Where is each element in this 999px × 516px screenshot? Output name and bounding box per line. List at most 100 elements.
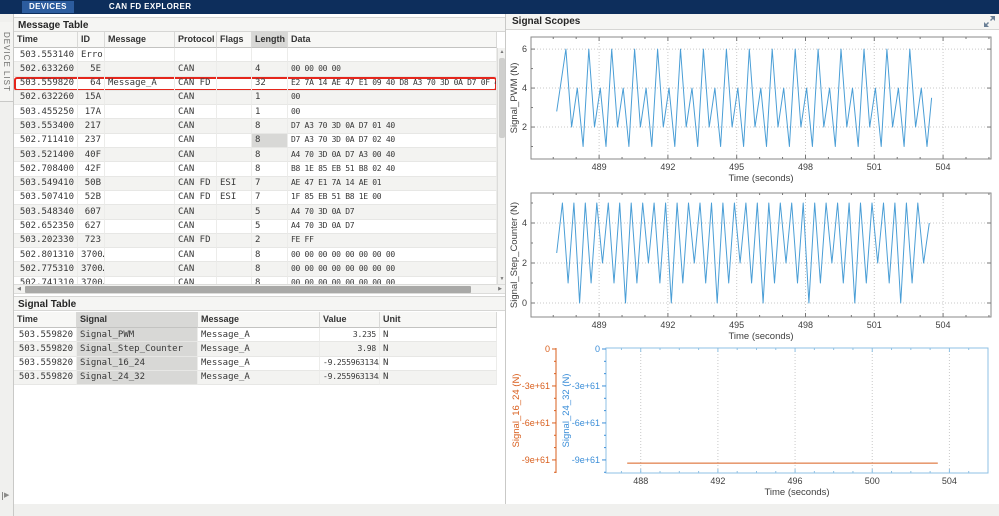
cell-id[interactable]: 627	[78, 220, 105, 234]
cell-signal[interactable]: Signal_Step_Counter	[77, 342, 198, 356]
cell-id[interactable]: 607	[78, 205, 105, 219]
cell-flags[interactable]	[217, 148, 252, 162]
hscroll-thumb[interactable]	[25, 286, 471, 293]
cell-id[interactable]: 50B	[78, 177, 105, 191]
cell-time[interactable]: 503.202330	[14, 234, 78, 248]
cell-id[interactable]: 3700…	[78, 277, 105, 284]
cell-time[interactable]: 503.559820	[14, 77, 78, 91]
cell-value[interactable]: 3.235	[320, 328, 380, 342]
cell-flags[interactable]	[217, 220, 252, 234]
cell-value[interactable]: -9.255963134…	[320, 357, 380, 371]
cell-flags[interactable]	[217, 234, 252, 248]
maximize-icon[interactable]	[984, 16, 995, 27]
cell-length[interactable]: 4	[252, 62, 288, 76]
message-row[interactable]: 502.6332605ECAN400 00 00 00	[14, 62, 497, 76]
device-list-tab[interactable]: DEVICE LIST	[0, 22, 13, 102]
cell-message[interactable]	[105, 262, 175, 276]
cell-flags[interactable]	[217, 162, 252, 176]
cell-length[interactable]: 8	[252, 134, 288, 148]
cell-message[interactable]	[105, 277, 175, 284]
message-row[interactable]: 503.553140Error	[14, 48, 497, 62]
cell-protocol[interactable]: CAN	[175, 162, 217, 176]
message-row[interactable]: 502.711410237CAN8D7 A3 70 3D 0A D7 02 40	[14, 134, 497, 148]
cell-message[interactable]	[105, 119, 175, 133]
cell-protocol[interactable]: CAN	[175, 119, 217, 133]
cell-data[interactable]: FE FF	[288, 234, 497, 248]
cell-time[interactable]: 502.708400	[14, 162, 78, 176]
cell-protocol[interactable]: CAN	[175, 262, 217, 276]
column-header-flags[interactable]: Flags	[217, 32, 252, 48]
cell-time[interactable]: 503.455250	[14, 105, 78, 119]
cell-flags[interactable]	[217, 119, 252, 133]
cell-signal[interactable]: Signal_16_24	[77, 357, 198, 371]
cell-signal[interactable]: Signal_24_32	[77, 371, 198, 385]
cell-flags[interactable]	[217, 91, 252, 105]
cell-message[interactable]	[105, 91, 175, 105]
cell-flags[interactable]: ESI	[217, 191, 252, 205]
cell-id[interactable]: 64	[78, 77, 105, 91]
cell-id[interactable]: 3700…	[78, 248, 105, 262]
plot-signal-pwm[interactable]: 489492495498501504Time (seconds)246Signa…	[506, 30, 999, 185]
message-row[interactable]: 502.8013103700…CAN800 00 00 00 00 00 00 …	[14, 248, 497, 262]
cell-length[interactable]: 8	[252, 277, 288, 284]
cell-protocol[interactable]: CAN	[175, 148, 217, 162]
cell-data[interactable]: A4 70 3D 0A D7 A3 00 40	[288, 148, 497, 162]
column-header-data[interactable]: Data	[288, 32, 497, 48]
cell-time[interactable]: 502.741310	[14, 277, 78, 284]
cell-value[interactable]: 3.98	[320, 342, 380, 356]
message-row[interactable]: 503.553400217CAN8D7 A3 70 3D 0A D7 01 40	[14, 119, 497, 133]
cell-length[interactable]: 8	[252, 162, 288, 176]
cell-value[interactable]: -9.255963134…	[320, 371, 380, 385]
cell-message[interactable]	[105, 134, 175, 148]
cell-message[interactable]	[105, 148, 175, 162]
message-row[interactable]: 503.548340607CAN5A4 70 3D 0A D7	[14, 205, 497, 219]
cell-message[interactable]: Message_A	[198, 371, 320, 385]
cell-protocol[interactable]: CAN	[175, 205, 217, 219]
cell-protocol[interactable]: CAN	[175, 62, 217, 76]
message-row[interactable]: 503.50741052BCAN FDESI71F 85 EB 51 B8 1E…	[14, 191, 497, 205]
message-row[interactable]: 503.52140040FCAN8A4 70 3D 0A D7 A3 00 40	[14, 148, 497, 162]
column-header-value[interactable]: Value	[320, 312, 380, 328]
cell-unit[interactable]: N	[380, 357, 497, 371]
cell-time[interactable]: 502.652350	[14, 220, 78, 234]
cell-flags[interactable]	[217, 277, 252, 284]
message-row[interactable]: 502.7753103700…CAN800 00 00 00 00 00 00 …	[14, 262, 497, 276]
cell-message[interactable]: Message_A	[198, 328, 320, 342]
cell-length[interactable]: 7	[252, 177, 288, 191]
cell-message[interactable]	[105, 220, 175, 234]
message-row[interactable]: 503.202330723CAN FD2FE FF	[14, 234, 497, 248]
cell-time[interactable]: 503.559820	[14, 357, 77, 371]
cell-id[interactable]: 3700…	[78, 262, 105, 276]
column-header-protocol[interactable]: Protocol	[175, 32, 217, 48]
cell-length[interactable]: 1	[252, 91, 288, 105]
cell-length[interactable]: 8	[252, 119, 288, 133]
cell-message[interactable]	[105, 105, 175, 119]
cell-time[interactable]: 503.559820	[14, 328, 77, 342]
cell-data[interactable]: E2 7A 14 AE 47 E1 09 40 D8 A3 70 3D 0A D…	[288, 77, 497, 91]
cell-message[interactable]	[105, 205, 175, 219]
cell-protocol[interactable]: CAN	[175, 91, 217, 105]
column-header-time[interactable]: Time	[14, 312, 77, 328]
signal-row[interactable]: 503.559820Signal_Step_CounterMessage_A3.…	[14, 342, 497, 356]
cell-data[interactable]: B8 1E 85 EB 51 B8 02 40	[288, 162, 497, 176]
tab-devices[interactable]: DEVICES	[22, 1, 74, 13]
cell-unit[interactable]: N	[380, 371, 497, 385]
cell-time[interactable]: 503.553400	[14, 119, 78, 133]
cell-data[interactable]: 00	[288, 91, 497, 105]
plot-signal-step-counter[interactable]: 489492495498501504Time (seconds)024Signa…	[506, 185, 999, 345]
signal-row[interactable]: 503.559820Signal_PWMMessage_A3.235N	[14, 328, 497, 342]
cell-flags[interactable]	[217, 77, 252, 91]
cell-data[interactable]: 00 00 00 00 00 00 00 00	[288, 277, 497, 284]
cell-message[interactable]: Message_A	[105, 77, 175, 91]
cell-data[interactable]: 1F 85 EB 51 B8 1E 00	[288, 191, 497, 205]
message-row[interactable]: 502.63226015ACAN100	[14, 91, 497, 105]
column-header-time[interactable]: Time	[14, 32, 78, 48]
cell-time[interactable]: 503.507410	[14, 191, 78, 205]
signal-row[interactable]: 503.559820Signal_24_32Message_A-9.255963…	[14, 371, 497, 385]
cell-protocol[interactable]	[175, 48, 217, 62]
column-header-unit[interactable]: Unit	[380, 312, 497, 328]
cell-data[interactable]: 00 00 00 00	[288, 62, 497, 76]
cell-flags[interactable]	[217, 105, 252, 119]
cell-flags[interactable]	[217, 248, 252, 262]
cell-unit[interactable]: N	[380, 328, 497, 342]
